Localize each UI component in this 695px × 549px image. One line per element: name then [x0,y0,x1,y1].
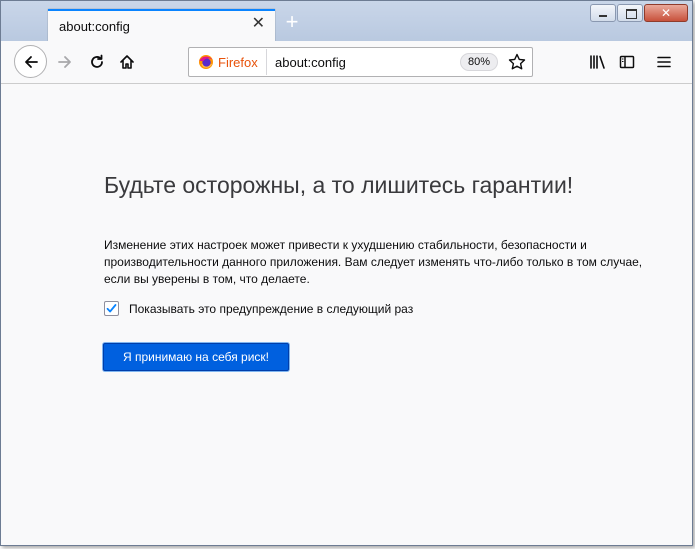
tab-strip: about:config ✕ + ✕ [1,1,692,41]
warning-description: Изменение этих настроек может привести к… [104,238,643,286]
library-button[interactable] [583,47,613,77]
main-menu-button[interactable] [649,47,679,77]
sidebar-icon [619,55,635,69]
hamburger-menu-icon [657,56,671,68]
home-button[interactable] [112,47,142,77]
close-window-button[interactable]: ✕ [644,4,688,22]
new-tab-button[interactable]: + [282,11,302,33]
bookmark-star-button[interactable] [507,52,527,72]
tab-close-icon[interactable]: ✕ [252,16,265,32]
identity-label: Firefox [218,54,258,70]
reload-icon [91,54,103,68]
minimize-button[interactable] [590,4,616,22]
show-warning-checkbox-row[interactable]: Показывать это предупреждение в следующи… [104,301,413,316]
back-button[interactable] [14,45,47,78]
maximize-button[interactable] [617,4,643,22]
reload-button[interactable] [82,47,112,77]
back-arrow-icon [24,55,38,68]
navigation-toolbar: Firefox about:config 80% [1,41,692,84]
sidebar-button[interactable] [612,47,642,77]
url-input[interactable]: about:config [275,55,346,70]
url-bar[interactable]: Firefox about:config 80% [188,47,533,77]
tab-title: about:config [59,19,130,34]
page-content: Будьте осторожны, а то лишитесь гарантии… [1,84,692,545]
checkmark-icon [106,304,117,313]
firefox-logo-icon [199,55,213,69]
warning-title: Будьте осторожны, а то лишитесь гарантии… [104,172,574,198]
home-icon [120,55,134,69]
show-warning-checkbox[interactable] [104,301,119,316]
show-warning-checkbox-label[interactable]: Показывать это предупреждение в следующи… [129,302,413,316]
forward-arrow-icon [58,56,71,68]
library-icon [590,55,605,69]
star-icon [508,53,526,70]
tab-about-config[interactable]: about:config ✕ [48,9,275,41]
accept-risk-button[interactable]: Я принимаю на себя риск! [103,343,289,371]
zoom-reset-button[interactable]: 80% [460,53,498,71]
identity-box[interactable]: Firefox [190,49,267,75]
browser-window: about:config ✕ + ✕ Firefox about:config … [0,0,693,546]
forward-button[interactable] [50,47,80,77]
window-controls: ✕ [589,4,688,22]
